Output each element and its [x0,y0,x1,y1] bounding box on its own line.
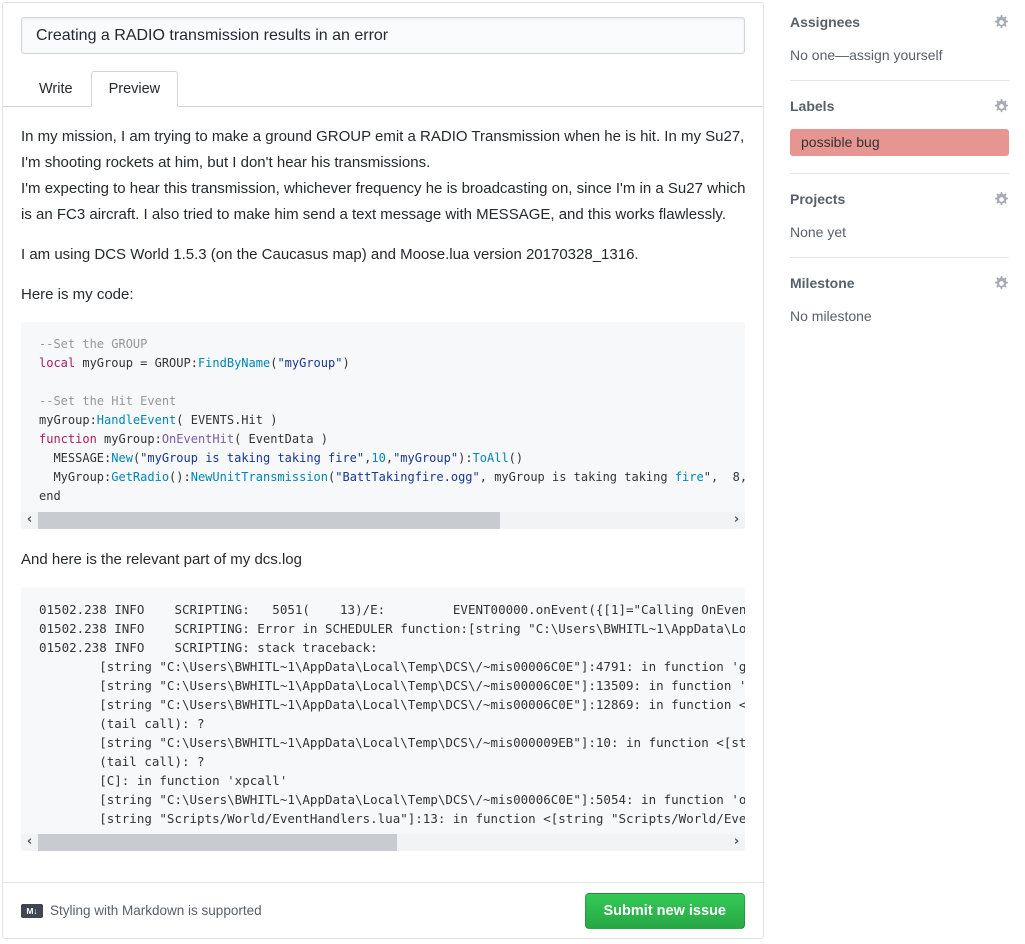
sidebar-section-assignees: Assignees No one—assign yourself [790,14,1009,81]
labels-heading: Labels [790,98,834,114]
gear-icon[interactable] [994,192,1009,207]
write-preview-tabnav: Write Preview [3,70,763,107]
milestone-value: No milestone [790,308,1009,324]
sidebar-section-projects: Projects None yet [790,191,1009,258]
dcs-log-block: 01502.238 INFO SCRIPTING: 5051( 13)/E: E… [21,587,745,851]
tab-preview[interactable]: Preview [91,71,179,107]
lua-scrollbar-track[interactable] [38,512,728,529]
log-scrollbar-track[interactable] [38,834,728,851]
issue-form: Write Preview In my mission, I am trying… [2,2,764,939]
code-intro-paragraph: Here is my code: [21,282,745,308]
gear-icon[interactable] [994,276,1009,291]
dcs-log-hscrollbar[interactable]: ‹ › [21,834,745,851]
environment-paragraph: I am using DCS World 1.5.3 (on the Cauca… [21,242,745,268]
log-scrollbar-thumb[interactable] [38,834,397,851]
gear-icon[interactable] [994,99,1009,114]
scroll-right-icon[interactable]: › [728,834,745,851]
log-intro-line: And here is the relevant part of my dcs.… [21,547,745,573]
form-footer: M↓ Styling with Markdown is supported Su… [3,882,763,938]
intro-paragraph: In my mission, I am trying to make a gro… [21,124,745,228]
projects-heading: Projects [790,191,845,207]
environment-line: I am using DCS World 1.5.3 (on the Cauca… [21,242,745,268]
markdown-note: M↓ Styling with Markdown is supported [21,903,262,918]
lua-scrollbar-thumb[interactable] [38,512,500,529]
scroll-left-icon[interactable]: ‹ [21,834,38,851]
markdown-note-text: Styling with Markdown is supported [50,903,262,918]
assignees-value[interactable]: No one—assign yourself [790,47,1009,63]
code-intro-line: Here is my code: [21,282,745,308]
tab-write[interactable]: Write [21,71,91,107]
log-intro-paragraph: And here is the relevant part of my dcs.… [21,547,745,573]
lua-code-hscrollbar[interactable]: ‹ › [21,512,745,529]
assignees-heading: Assignees [790,14,860,30]
scroll-right-icon[interactable]: › [728,512,745,529]
sidebar-section-labels: Labels possible bug [790,98,1009,174]
issue-title-input[interactable] [21,17,745,54]
projects-value: None yet [790,224,1009,240]
issue-sidebar: Assignees No one—assign yourself Labels … [790,14,1009,358]
dcs-log: 01502.238 INFO SCRIPTING: 5051( 13)/E: E… [21,587,745,834]
lua-code: --Set the GROUPlocal myGroup = GROUP:Fin… [21,322,745,512]
gear-icon[interactable] [994,15,1009,30]
label-possible-bug[interactable]: possible bug [790,129,1009,156]
submit-new-issue-button[interactable]: Submit new issue [585,893,745,929]
issue-title-row [3,3,763,54]
milestone-heading: Milestone [790,275,855,291]
preview-pane: In my mission, I am trying to make a gro… [3,107,763,882]
sidebar-section-milestone: Milestone No milestone [790,275,1009,341]
markdown-icon: M↓ [21,904,43,918]
lua-code-block: --Set the GROUPlocal myGroup = GROUP:Fin… [21,322,745,529]
scroll-left-icon[interactable]: ‹ [21,512,38,529]
